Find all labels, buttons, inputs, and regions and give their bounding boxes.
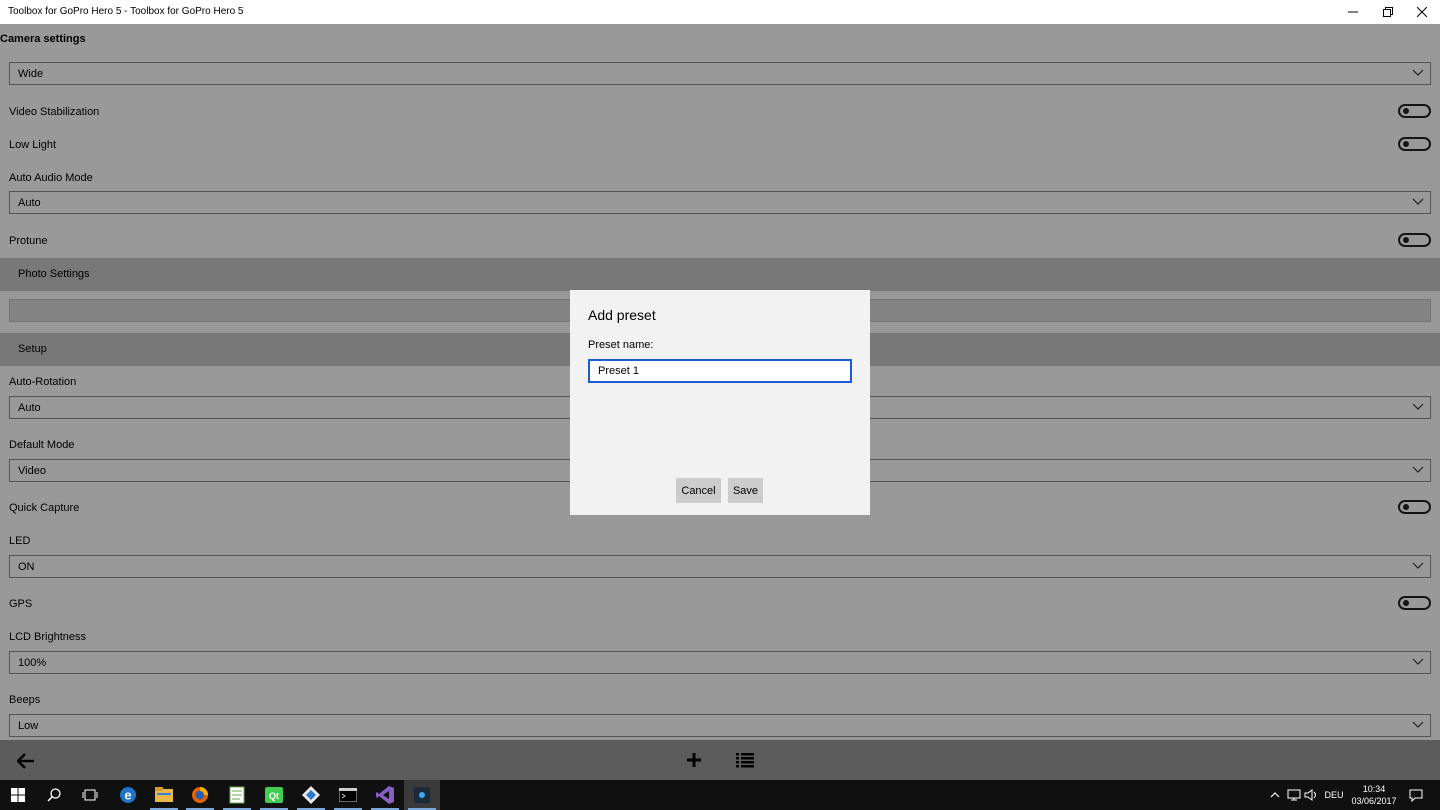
- firefox-icon: [192, 787, 208, 803]
- command-bar-dim: [0, 740, 1440, 780]
- show-hidden-icons-button[interactable]: [1266, 780, 1284, 810]
- svg-text:Qt: Qt: [269, 791, 279, 801]
- network-button[interactable]: [1285, 780, 1303, 810]
- windows-logo-icon: [11, 788, 25, 802]
- folder-icon: [155, 787, 173, 802]
- minimize-button[interactable]: [1336, 0, 1370, 24]
- gopro-toolbox-app[interactable]: [404, 780, 440, 810]
- start-button[interactable]: [0, 780, 36, 810]
- firefox-app[interactable]: [182, 780, 218, 810]
- window-title: Toolbox for GoPro Hero 5 - Toolbox for G…: [8, 6, 244, 17]
- restore-icon: [1383, 7, 1393, 17]
- qt-icon: Qt: [265, 787, 283, 803]
- speaker-icon: [1304, 789, 1316, 801]
- search-button[interactable]: [36, 780, 72, 810]
- system-clock[interactable]: 10:34 03/06/2017: [1346, 783, 1402, 807]
- edge-app[interactable]: e: [110, 780, 146, 810]
- visual-studio-icon: [376, 786, 394, 804]
- minimize-icon: [1348, 11, 1358, 13]
- action-center-button[interactable]: [1405, 780, 1427, 810]
- svg-text:e: e: [124, 788, 131, 803]
- preset-name-label: Preset name:: [588, 339, 654, 351]
- close-button[interactable]: [1405, 0, 1439, 24]
- cancel-button[interactable]: Cancel: [676, 478, 721, 503]
- add-preset-dialog: Add preset Preset name: Cancel Save: [570, 290, 870, 515]
- preset-name-input[interactable]: [588, 359, 852, 383]
- chevron-up-icon: [1270, 792, 1280, 798]
- clock-date: 03/06/2017: [1351, 796, 1397, 806]
- close-icon: [1417, 7, 1427, 17]
- restore-button[interactable]: [1371, 0, 1405, 24]
- notepad-icon: [229, 786, 245, 804]
- qt-creator-app[interactable]: Qt: [256, 780, 292, 810]
- camera-app-icon: [414, 787, 430, 803]
- search-icon: [47, 788, 61, 802]
- taskbar: e Qt DEU 10:34 03/06/2017: [0, 780, 1440, 810]
- notepad-app[interactable]: [219, 780, 255, 810]
- file-explorer-app[interactable]: [146, 780, 182, 810]
- network-icon: [1287, 789, 1301, 801]
- save-button[interactable]: Save: [728, 478, 763, 503]
- edge-browser-icon: e: [120, 787, 136, 803]
- task-view-icon: [82, 789, 98, 801]
- visual-studio-app[interactable]: [367, 780, 403, 810]
- input-language-button[interactable]: DEU: [1322, 780, 1346, 810]
- task-view-button[interactable]: [72, 780, 108, 810]
- dialog-title: Add preset: [588, 307, 656, 323]
- volume-button[interactable]: [1302, 780, 1320, 810]
- terminal-icon: [339, 788, 357, 802]
- command-prompt-app[interactable]: [330, 780, 366, 810]
- git-diamond-icon: [302, 786, 320, 804]
- git-client-app[interactable]: [293, 780, 329, 810]
- clock-time: 10:34: [1362, 784, 1386, 794]
- notification-icon: [1409, 789, 1423, 802]
- title-bar: Toolbox for GoPro Hero 5 - Toolbox for G…: [0, 0, 1440, 24]
